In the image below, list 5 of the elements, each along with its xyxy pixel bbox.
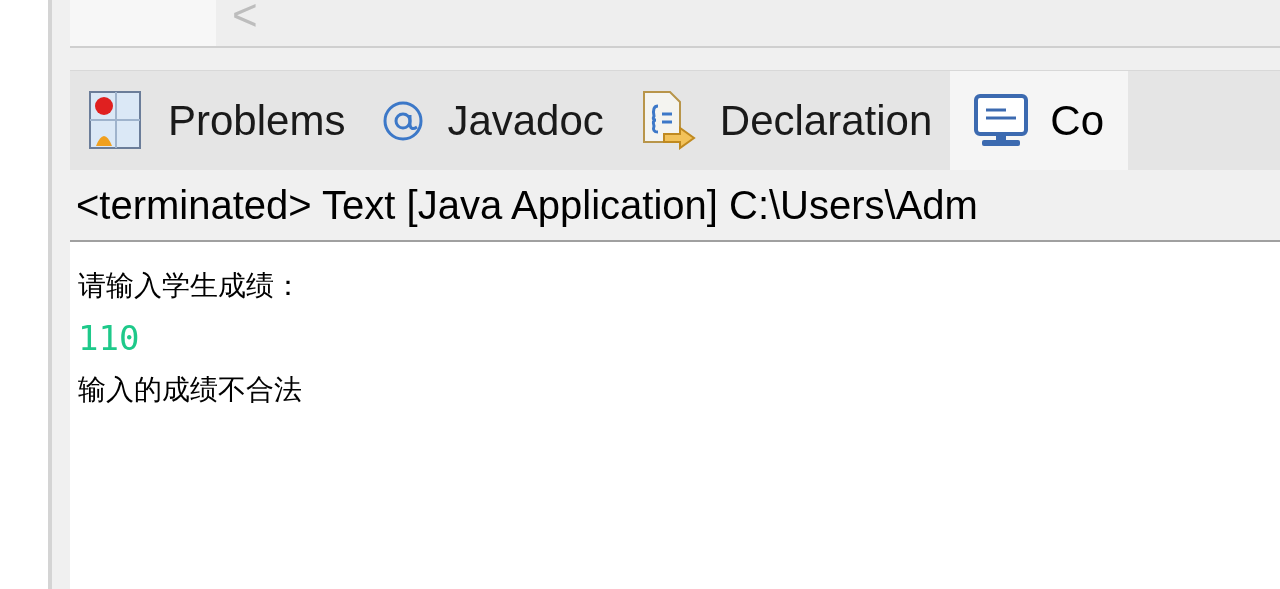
output-line: 请输入学生成绩：	[78, 269, 302, 303]
output-line: 输入的成绩不合法	[78, 373, 302, 407]
monitor-icon	[974, 93, 1029, 148]
user-input-line: 110	[78, 317, 140, 360]
view-tab[interactable]: Co	[950, 71, 1128, 170]
